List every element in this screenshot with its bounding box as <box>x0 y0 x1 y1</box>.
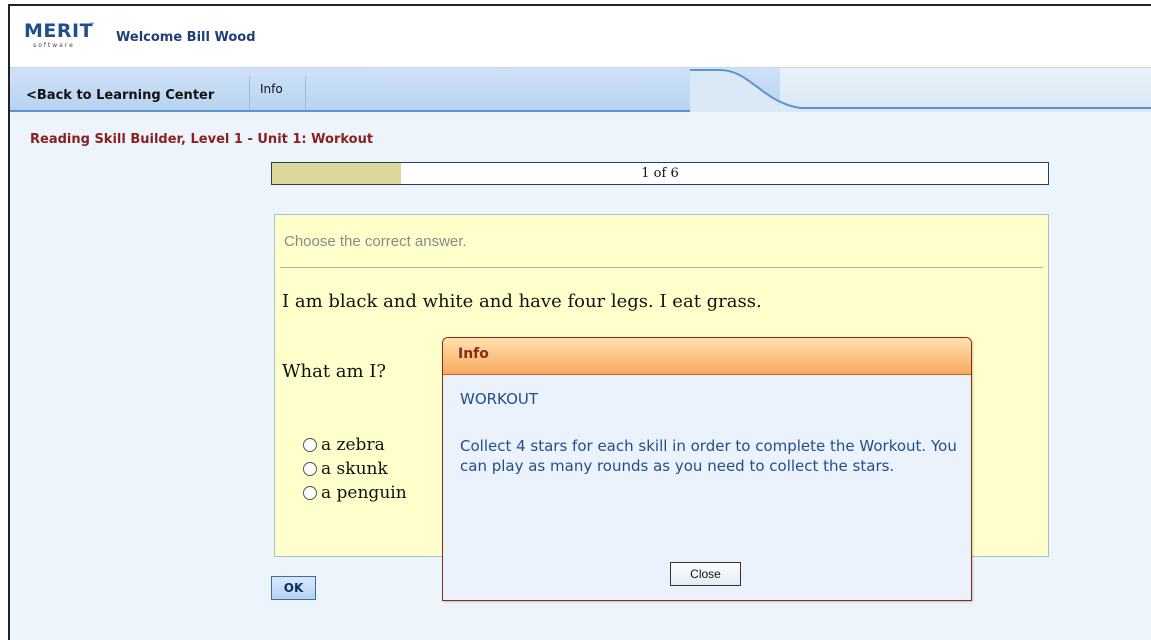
ok-button[interactable]: OK <box>271 576 316 600</box>
dialog-title: WORKOUT <box>460 390 539 408</box>
back-to-learning-center-link[interactable]: <Back to Learning Center <box>18 76 250 110</box>
progress-text: 1 of 6 <box>641 166 679 181</box>
nav-bar: <Back to Learning Center Info <box>10 68 1151 112</box>
option-label: a zebra <box>321 435 385 455</box>
dialog-header: Info <box>443 338 971 375</box>
nav-curve-decoration <box>690 68 1151 112</box>
answer-option-zebra[interactable]: a zebra <box>303 433 407 457</box>
logo-subtext: software <box>33 42 75 49</box>
radio-button[interactable] <box>303 462 317 476</box>
welcome-text: Welcome Bill Wood <box>116 30 256 45</box>
answer-option-penguin[interactable]: a penguin <box>303 481 407 505</box>
question-text: I am black and white and have four legs.… <box>282 291 762 312</box>
radio-button[interactable] <box>303 438 317 452</box>
question-instruction: Choose the correct answer. <box>284 233 467 250</box>
divider <box>280 267 1043 268</box>
activity-title: Reading Skill Builder, Level 1 - Unit 1:… <box>30 132 374 147</box>
progress-bar: 1 of 6 <box>271 162 1049 185</box>
logo-text: MERIT <box>24 20 94 42</box>
dialog-message: Collect 4 stars for each skill in order … <box>460 437 957 475</box>
app-window: MERIT ™ software Welcome Bill Wood <Back… <box>8 4 1151 640</box>
question-prompt: What am I? <box>282 361 387 382</box>
option-label: a skunk <box>321 459 388 479</box>
info-tab[interactable]: Info <box>250 76 306 110</box>
info-dialog: Info WORKOUT Collect 4 stars for each sk… <box>442 337 972 601</box>
close-button[interactable]: Close <box>670 562 741 586</box>
answer-option-skunk[interactable]: a skunk <box>303 457 407 481</box>
answer-options: a zebra a skunk a penguin <box>303 433 407 505</box>
merit-logo: MERIT ™ software <box>24 20 95 52</box>
option-label: a penguin <box>321 483 407 503</box>
logo-trademark: ™ <box>89 22 95 29</box>
header: MERIT ™ software Welcome Bill Wood <box>10 6 1151 68</box>
radio-button[interactable] <box>303 486 317 500</box>
